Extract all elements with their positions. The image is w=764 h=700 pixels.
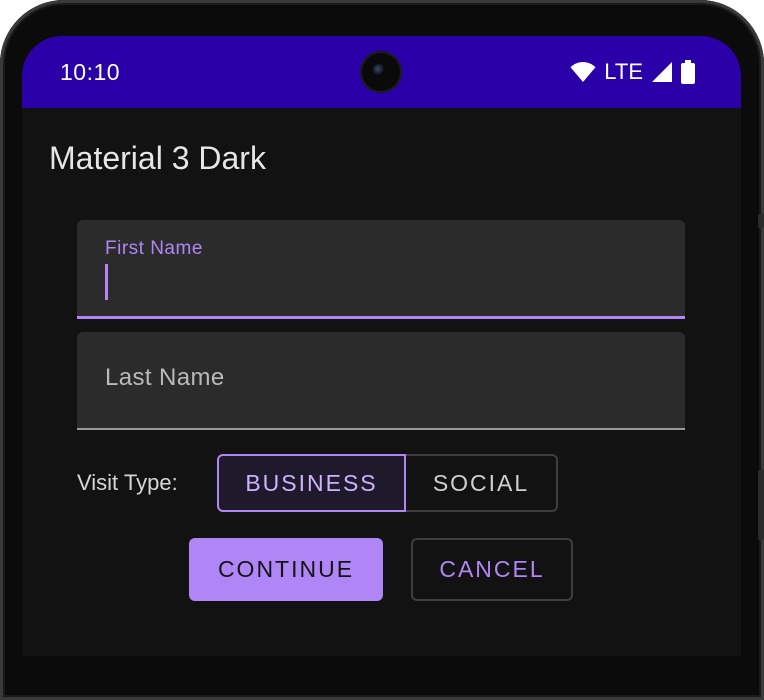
status-icons: LTE <box>570 58 695 86</box>
front-camera <box>360 51 402 93</box>
first-name-label: First Name <box>105 238 203 259</box>
status-time: 10:10 <box>60 59 121 85</box>
phone-screen: 10:10 LTE Material 3 Dark First Name Las… <box>22 36 741 656</box>
last-name-placeholder: Last Name <box>105 364 225 391</box>
battery-icon <box>681 60 695 84</box>
text-cursor <box>105 264 108 300</box>
first-name-field[interactable]: First Name <box>77 220 685 319</box>
page-title: Material 3 Dark <box>49 140 266 176</box>
volume-button <box>758 470 764 540</box>
wifi-icon <box>570 61 596 82</box>
status-bar: 10:10 LTE <box>22 36 741 108</box>
network-type: LTE <box>604 59 643 84</box>
visit-type-toggle-group: BUSINESS SOCIAL <box>217 454 558 516</box>
visit-type-business-button[interactable]: BUSINESS <box>217 454 406 512</box>
signal-icon <box>652 62 672 82</box>
phone-side-button <box>758 214 764 228</box>
phone-frame: 10:10 LTE Material 3 Dark First Name Las… <box>0 0 764 700</box>
visit-type-social-button[interactable]: SOCIAL <box>406 454 558 512</box>
cancel-button[interactable]: CANCEL <box>411 538 573 601</box>
continue-button[interactable]: CONTINUE <box>189 538 383 601</box>
visit-type-label: Visit Type: <box>77 470 178 495</box>
last-name-field[interactable]: Last Name <box>77 332 685 430</box>
